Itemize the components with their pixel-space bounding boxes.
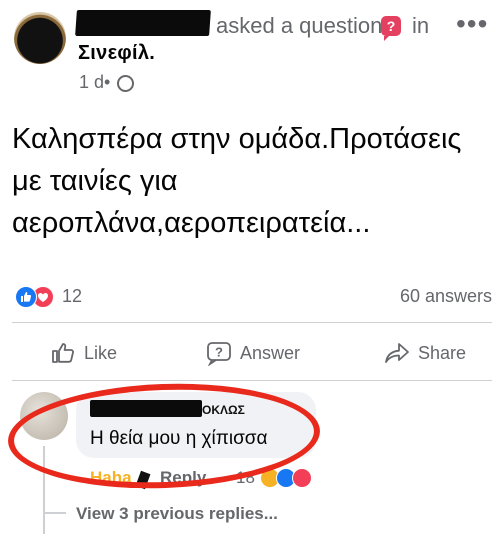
comment-text: Η θεία μου η χίπισσα [90, 428, 268, 449]
view-previous-replies-link[interactable]: View 3 previous replies... [76, 504, 278, 524]
post-text: Καλησπέρα στην ομάδα.Προτάσεις με ταινίε… [12, 123, 462, 239]
reaction-count[interactable]: 12 [62, 286, 82, 307]
answers-count-link[interactable]: 60 answers [400, 286, 492, 307]
question-icon: ? [381, 16, 401, 41]
haha-reaction-link[interactable]: Haha [90, 468, 132, 488]
share-button[interactable]: Share [384, 340, 466, 366]
poster-name-redacted[interactable] [75, 10, 211, 36]
post-time[interactable]: 1 d [79, 72, 104, 92]
answer-button[interactable]: ? Answer [206, 340, 300, 366]
group-name-link[interactable]: Σινεφίλ. [78, 42, 155, 65]
love-mini-icon[interactable] [292, 468, 312, 488]
meta-dot: • [104, 72, 111, 92]
reply-button[interactable]: Reply [160, 468, 206, 488]
commenter-name-tail[interactable]: ΟΚΛΩΣ [202, 403, 245, 417]
answer-icon-glyph: ? [215, 345, 223, 360]
commenter-avatar[interactable] [20, 392, 68, 440]
globe-icon [117, 75, 134, 92]
like-reaction-icon[interactable] [15, 286, 37, 308]
answer-label: Answer [240, 342, 301, 363]
post-meta: 1 d• [79, 72, 110, 93]
asked-question-label: asked a question [216, 13, 383, 38]
question-bubble-icon: ? [207, 342, 231, 366]
poster-avatar[interactable] [14, 12, 66, 64]
like-label: Like [84, 342, 118, 363]
thumbs-up-icon [52, 343, 74, 363]
thread-line [43, 446, 45, 534]
thread-branch [44, 512, 66, 514]
comment-reaction-count[interactable]: 18 [236, 468, 255, 488]
commenter-name-redacted[interactable] [90, 400, 202, 417]
divider [12, 322, 492, 323]
like-button[interactable]: Like [50, 340, 117, 366]
share-label: Share [418, 342, 467, 363]
in-label: in [412, 13, 430, 38]
divider [12, 380, 492, 381]
more-options-icon[interactable]: ••• [456, 8, 488, 40]
ink-mark [135, 470, 151, 490]
share-arrow-icon [385, 343, 409, 363]
